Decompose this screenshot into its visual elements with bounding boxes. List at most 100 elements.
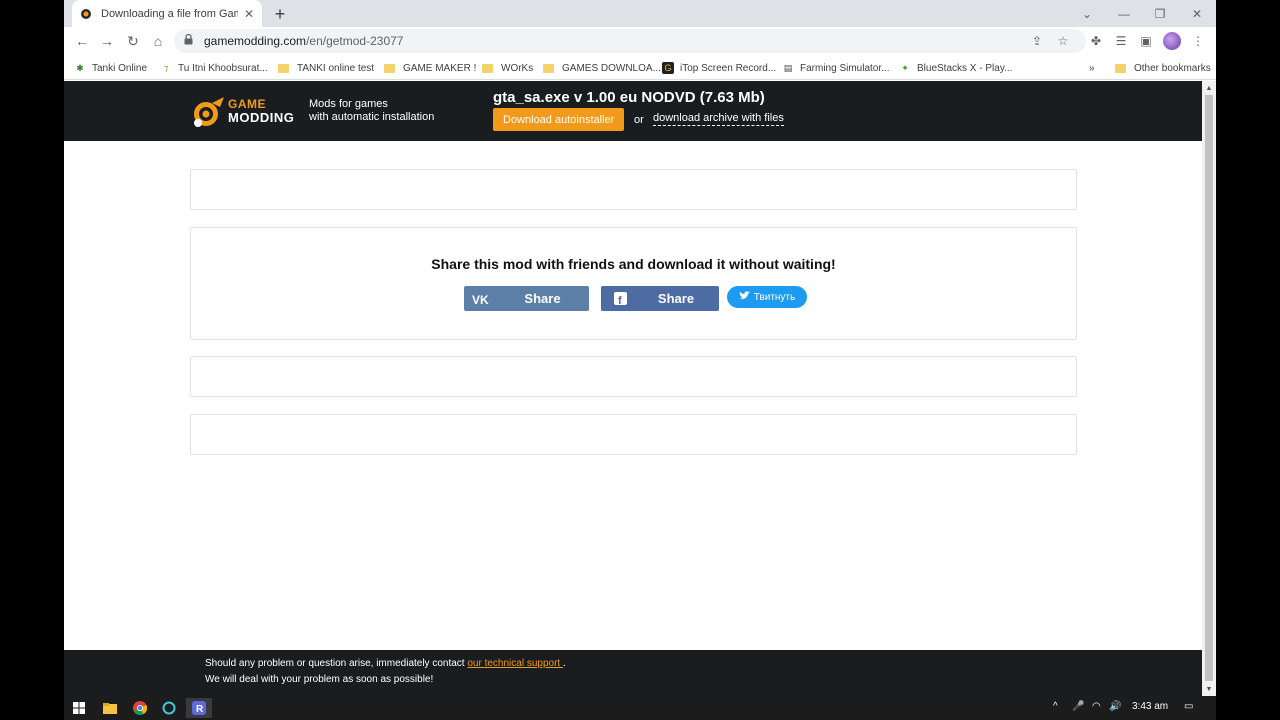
twitter-share-button[interactable]: Твитнуть bbox=[727, 286, 807, 308]
close-tab-icon[interactable]: ✕ bbox=[244, 7, 254, 21]
url-text: gamemodding.com/en/getmod-23077 bbox=[204, 34, 403, 48]
reading-list-icon[interactable]: ☰ bbox=[1112, 32, 1130, 50]
tagline: Mods for games with automatic installati… bbox=[309, 98, 434, 124]
or-label: or bbox=[634, 114, 644, 126]
farming-icon: ▤ bbox=[783, 62, 793, 73]
cortana-icon[interactable] bbox=[158, 698, 180, 718]
lock-icon bbox=[184, 33, 198, 48]
bookmark-star-icon[interactable]: ☆ bbox=[1055, 33, 1071, 49]
ad-panel bbox=[190, 414, 1077, 455]
restore-icon[interactable]: ❐ bbox=[1142, 0, 1178, 27]
notifications-icon[interactable]: ▭ bbox=[1184, 701, 1193, 712]
bookmark-item[interactable]: WOrKs bbox=[482, 60, 533, 76]
bookmark-item[interactable]: ✦ BlueStacks X - Play... bbox=[899, 60, 1012, 76]
folder-icon bbox=[278, 63, 289, 73]
browser-window: Downloading a file from GameM ✕ + ⌄ — ❐ … bbox=[64, 0, 1216, 696]
active-tab[interactable]: Downloading a file from GameM ✕ bbox=[72, 0, 262, 27]
logo-line-2: MODDING bbox=[228, 110, 295, 125]
share-panel: Share this mod with friends and download… bbox=[190, 227, 1077, 340]
volume-icon[interactable]: 🔊 bbox=[1109, 701, 1121, 712]
scroll-down-icon[interactable]: ▼ bbox=[1202, 683, 1216, 695]
share-page-icon[interactable]: ⇪ bbox=[1029, 33, 1045, 49]
bookmark-label: Tanki Online bbox=[92, 62, 148, 74]
footer-prefix: Should any problem or question arise, im… bbox=[205, 658, 468, 669]
footer-suffix: . bbox=[562, 658, 566, 669]
bookmark-label: Farming Simulator... bbox=[800, 62, 890, 74]
bookmark-label: TANKI online test bbox=[297, 62, 375, 74]
menu-kebab-icon[interactable]: ⋮ bbox=[1189, 32, 1207, 50]
new-tab-icon[interactable]: + bbox=[270, 4, 290, 24]
vk-share-label: Share bbox=[524, 291, 561, 306]
back-icon[interactable]: ← bbox=[72, 31, 92, 51]
app-r-icon[interactable]: R bbox=[186, 698, 212, 718]
chrome-icon[interactable] bbox=[129, 698, 151, 718]
bookmark-item[interactable]: ⁊ Tu Itni Khoobsurat... bbox=[160, 60, 268, 76]
windows-start-icon[interactable] bbox=[68, 698, 90, 718]
bookmark-item[interactable]: ✱ Tanki Online bbox=[74, 60, 147, 76]
extensions-icon[interactable]: ✤ bbox=[1087, 32, 1105, 50]
bookmark-label: iTop Screen Record... bbox=[680, 62, 777, 74]
bookmark-item[interactable]: GAMES DOWNLOA... bbox=[543, 60, 661, 76]
footer-line-2: We will deal with your problem as soon a… bbox=[205, 674, 434, 685]
scroll-up-icon[interactable]: ▲ bbox=[1202, 82, 1216, 94]
clock[interactable]: 3:43 am bbox=[1132, 701, 1168, 712]
gamemodding-logo[interactable]: GAME MODDING bbox=[190, 95, 300, 129]
gamepad-mascot-icon bbox=[194, 97, 224, 127]
profile-avatar[interactable] bbox=[1163, 32, 1181, 50]
url-path: /en/getmod-23077 bbox=[306, 34, 404, 48]
ad-panel bbox=[190, 356, 1077, 397]
ad-panel bbox=[190, 169, 1077, 210]
site-header: GAME MODDING Mods for games with automat… bbox=[64, 81, 1202, 141]
site-footer: Should any problem or question arise, im… bbox=[64, 650, 1202, 696]
facebook-share-label: Share bbox=[657, 291, 695, 306]
folder-icon bbox=[384, 63, 395, 73]
twitter-share-label: Твитнуть bbox=[753, 291, 796, 303]
vk-share-button[interactable]: VK Share bbox=[464, 286, 589, 311]
bookmark-item[interactable]: GiTop Screen Record... bbox=[662, 60, 776, 76]
svg-text:f: f bbox=[618, 295, 622, 305]
scrollbar-thumb[interactable] bbox=[1205, 95, 1213, 681]
gamemodding-favicon-icon bbox=[80, 8, 92, 20]
bookmark-label: BlueStacks X - Play... bbox=[917, 62, 1013, 74]
more-bookmarks-icon[interactable]: » bbox=[1089, 60, 1095, 76]
bookmark-item[interactable]: GAME MAKER ! bbox=[384, 60, 476, 76]
twitter-bird-icon bbox=[738, 291, 750, 303]
address-bar[interactable]: gamemodding.com/en/getmod-23077 ⇪ ☆ bbox=[174, 29, 1086, 53]
microphone-icon[interactable]: 🎤 bbox=[1072, 701, 1084, 712]
bookmark-label: GAMES DOWNLOA... bbox=[562, 62, 661, 74]
close-window-icon[interactable]: ✕ bbox=[1179, 0, 1215, 27]
file-title: gta_sa.exe v 1.00 eu NODVD (7.63 Mb) bbox=[493, 89, 765, 106]
facebook-share-button[interactable]: f Share bbox=[601, 286, 719, 311]
logo-text: GAME MODDING bbox=[228, 97, 294, 125]
tagline-line-2: with automatic installation bbox=[309, 111, 435, 123]
folder-icon bbox=[543, 63, 554, 73]
forward-icon[interactable]: → bbox=[97, 31, 117, 51]
bookmark-label: Tu Itni Khoobsurat... bbox=[178, 62, 268, 74]
reload-icon[interactable]: ↻ bbox=[123, 31, 143, 51]
folder-icon bbox=[1115, 63, 1126, 73]
other-bookmarks[interactable]: Other bookmarks bbox=[1115, 60, 1211, 76]
bookmark-item[interactable]: ▤ Farming Simulator... bbox=[782, 60, 890, 76]
vk-icon: VK bbox=[470, 293, 496, 305]
bookmark-item[interactable]: TANKI online test bbox=[278, 60, 374, 76]
technical-support-link[interactable]: our technical support bbox=[467, 658, 563, 669]
tab-strip: Downloading a file from GameM ✕ + ⌄ — ❐ … bbox=[64, 0, 1216, 27]
share-title: Share this mod with friends and download… bbox=[431, 256, 836, 272]
logo-line-1: GAME bbox=[228, 97, 266, 111]
download-archive-link[interactable]: download archive with files bbox=[653, 112, 784, 126]
bookmark-label: WOrKs bbox=[501, 62, 534, 74]
bluestacks-icon: ✦ bbox=[901, 62, 909, 73]
side-panel-icon[interactable]: ▣ bbox=[1137, 32, 1155, 50]
footer-line-1: Should any problem or question arise, im… bbox=[205, 658, 566, 669]
file-explorer-icon[interactable] bbox=[99, 698, 121, 718]
tray-overflow-icon[interactable]: ^ bbox=[1053, 701, 1058, 712]
tab-search-icon[interactable]: ⌄ bbox=[1069, 0, 1105, 27]
download-autoinstaller-button[interactable]: Download autoinstaller bbox=[493, 108, 625, 131]
page-scrollbar[interactable]: ▲ ▼ bbox=[1202, 81, 1216, 696]
svg-text:VK: VK bbox=[472, 293, 489, 305]
folder-icon bbox=[482, 63, 493, 73]
minimize-icon[interactable]: — bbox=[1106, 0, 1142, 27]
facebook-icon: f bbox=[607, 292, 633, 305]
network-icon[interactable]: ◠ bbox=[1092, 701, 1101, 712]
home-icon[interactable]: ⌂ bbox=[148, 31, 168, 51]
